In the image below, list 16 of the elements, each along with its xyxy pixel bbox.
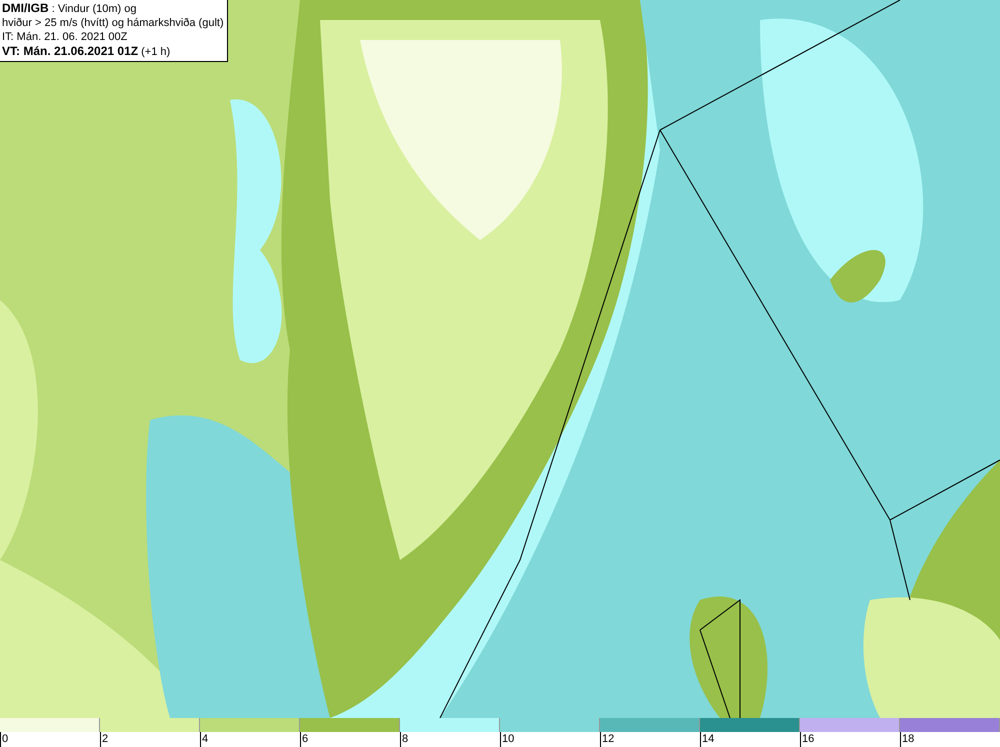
map-title: : Vindur (10m) og bbox=[50, 3, 137, 15]
scale-label: 6 bbox=[302, 733, 308, 745]
scale-label: 8 bbox=[402, 733, 408, 745]
scale-label: 0 bbox=[2, 733, 8, 745]
scale-label: 10 bbox=[502, 733, 514, 745]
initial-time: IT: Mán. 21. 06. 2021 00Z bbox=[2, 30, 128, 44]
scale-label: 2 bbox=[102, 733, 108, 745]
scale-label: 12 bbox=[602, 733, 614, 745]
valid-time: VT: Mán. 21.06.2021 01Z bbox=[2, 44, 138, 58]
forecast-offset: (+1 h) bbox=[140, 46, 170, 58]
map-subtitle: hviður > 25 m/s (hvítt) og hámarkshviða (gult) bbox=[2, 16, 224, 30]
scale-label: 16 bbox=[802, 733, 814, 745]
scale-label: 18 bbox=[902, 733, 914, 745]
scale-label: 14 bbox=[702, 733, 714, 745]
scale-label: 4 bbox=[202, 733, 208, 745]
source-label: DMI/IGB bbox=[2, 1, 49, 15]
